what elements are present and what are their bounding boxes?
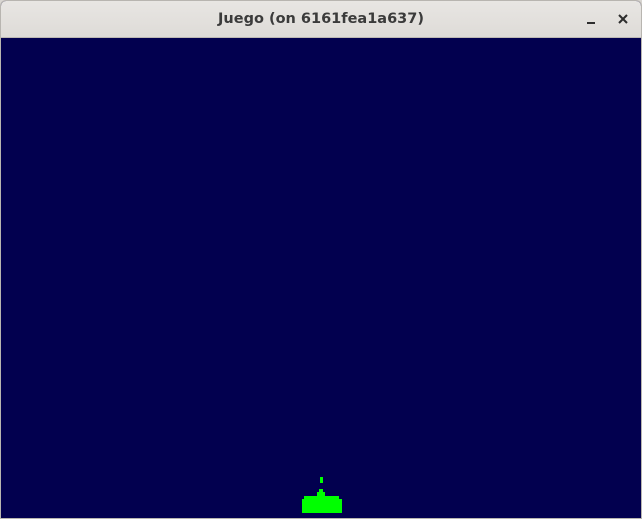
player-bullet (320, 477, 323, 483)
game-canvas[interactable] (1, 38, 641, 518)
minimize-button[interactable] (578, 6, 604, 32)
close-icon (618, 14, 628, 24)
game-window: Juego (on 6161fea1a637) (0, 0, 642, 519)
close-button[interactable] (610, 6, 636, 32)
minimize-icon (587, 22, 595, 24)
window-title: Juego (on 6161fea1a637) (218, 11, 424, 27)
title-bar[interactable]: Juego (on 6161fea1a637) (1, 1, 641, 38)
player-ship (302, 489, 342, 513)
